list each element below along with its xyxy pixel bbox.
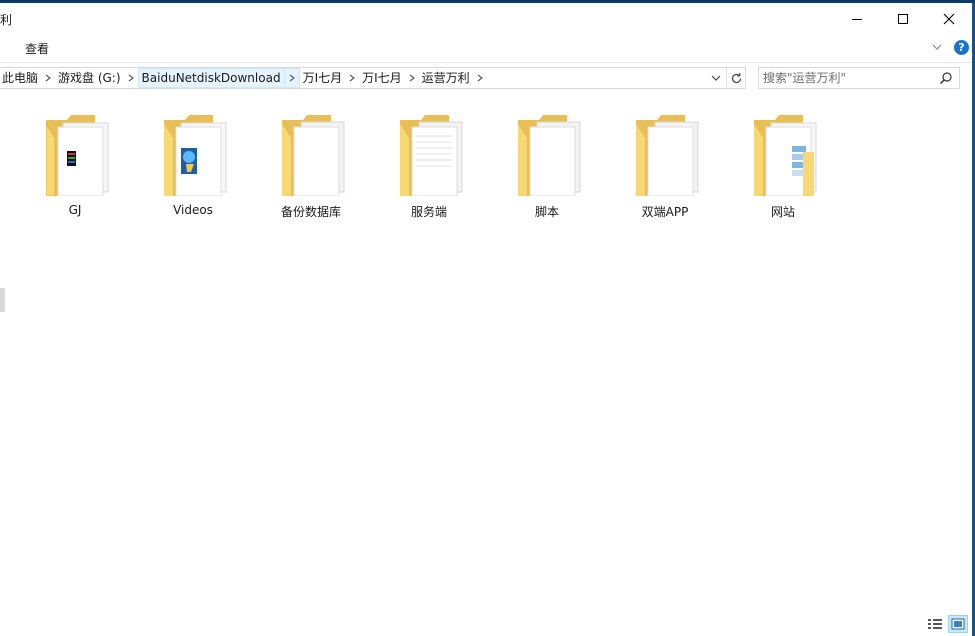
maximize-icon [898,14,908,24]
tab-view[interactable]: 查看 [25,40,49,57]
search-button[interactable] [939,71,953,88]
crumb-separator[interactable] [41,68,55,88]
folder-item[interactable]: 服务端 [379,112,479,224]
folder-images-icon [754,112,824,197]
chevron-right-icon [477,74,483,82]
folder-item[interactable]: 备份数据库 [261,112,361,224]
breadcrumb: 此电脑 游戏盘 (G:) BaiduNetdiskDownload 万I七月 万… [0,68,487,88]
address-history-dropdown[interactable] [708,70,724,86]
address-bar[interactable]: 此电脑 游戏盘 (G:) BaiduNetdiskDownload 万I七月 万… [0,67,746,89]
help-icon[interactable]: ? [954,40,969,55]
chevron-right-icon [45,74,51,82]
chevron-right-icon [289,74,295,82]
window-title: 利 [0,13,13,27]
search-input[interactable] [763,70,933,86]
large-icons-view-icon [951,618,965,630]
folder-item[interactable]: Videos [143,112,243,224]
folder-item[interactable]: 双端APP [615,112,715,224]
crumb-folder-1[interactable]: 万I七月 [300,68,346,88]
folder-documents-icon [518,112,588,197]
folder-name: 网站 [770,205,795,219]
chevron-down-icon [711,75,721,81]
crumb-baidunetdiskdownload[interactable]: BaiduNetdiskDownload [137,68,285,88]
crumb-this-pc[interactable]: 此电脑 [0,68,41,88]
ribbon-tabs: 查看 ? [0,35,972,62]
crumb-separator[interactable] [473,68,487,88]
chevron-right-icon [409,74,415,82]
folder-item[interactable]: 网站 [733,112,833,224]
folder-item[interactable]: 脚本 [497,112,597,224]
refresh-button[interactable] [726,68,746,88]
ribbon-divider [0,62,972,63]
crumb-separator[interactable] [405,68,419,88]
folder-documents-icon [400,112,470,197]
folder-item[interactable]: GJ [25,112,125,224]
folder-documents-icon [282,112,352,197]
close-icon [943,13,955,25]
folder-documents-icon [636,112,706,197]
details-view-button[interactable] [925,615,945,633]
folder-name: 双端APP [641,205,689,219]
ribbon-expand-button[interactable] [931,41,943,56]
large-icons-view-button[interactable] [948,615,968,633]
crumb-drive[interactable]: 游戏盘 (G:) [55,68,124,88]
nav-pane-splitter[interactable] [0,288,5,312]
maximize-button[interactable] [880,3,926,35]
search-icon [939,72,952,85]
folder-name: 服务端 [410,205,447,219]
details-view-icon [928,619,942,629]
close-button[interactable] [926,3,972,35]
chevron-down-icon [932,44,942,50]
folder-name: 备份数据库 [280,205,341,219]
chevron-right-icon [349,74,356,82]
chevron-right-icon [128,74,134,82]
crumb-folder-2[interactable]: 万I七月 [359,68,405,88]
search-box[interactable] [758,67,960,89]
crumb-separator[interactable] [345,68,359,88]
folder-name: GJ [68,203,82,217]
crumb-current-folder[interactable]: 运营万利 [419,68,473,88]
crumb-separator[interactable] [124,68,138,88]
folder-name: 脚本 [534,205,559,219]
minimize-button[interactable] [834,3,880,35]
minimize-icon [852,19,862,20]
folder-grid: GJ Videos 备份数据库 服务端 脚本 双端APP 网站 [0,96,972,616]
title-bar[interactable]: 利 [0,3,972,35]
status-bar [0,612,972,636]
folder-name: Videos [173,203,213,217]
refresh-icon [731,72,742,83]
crumb-separator[interactable] [284,68,300,88]
folder-gj-icon [45,112,116,197]
folder-videos-icon [164,112,234,197]
